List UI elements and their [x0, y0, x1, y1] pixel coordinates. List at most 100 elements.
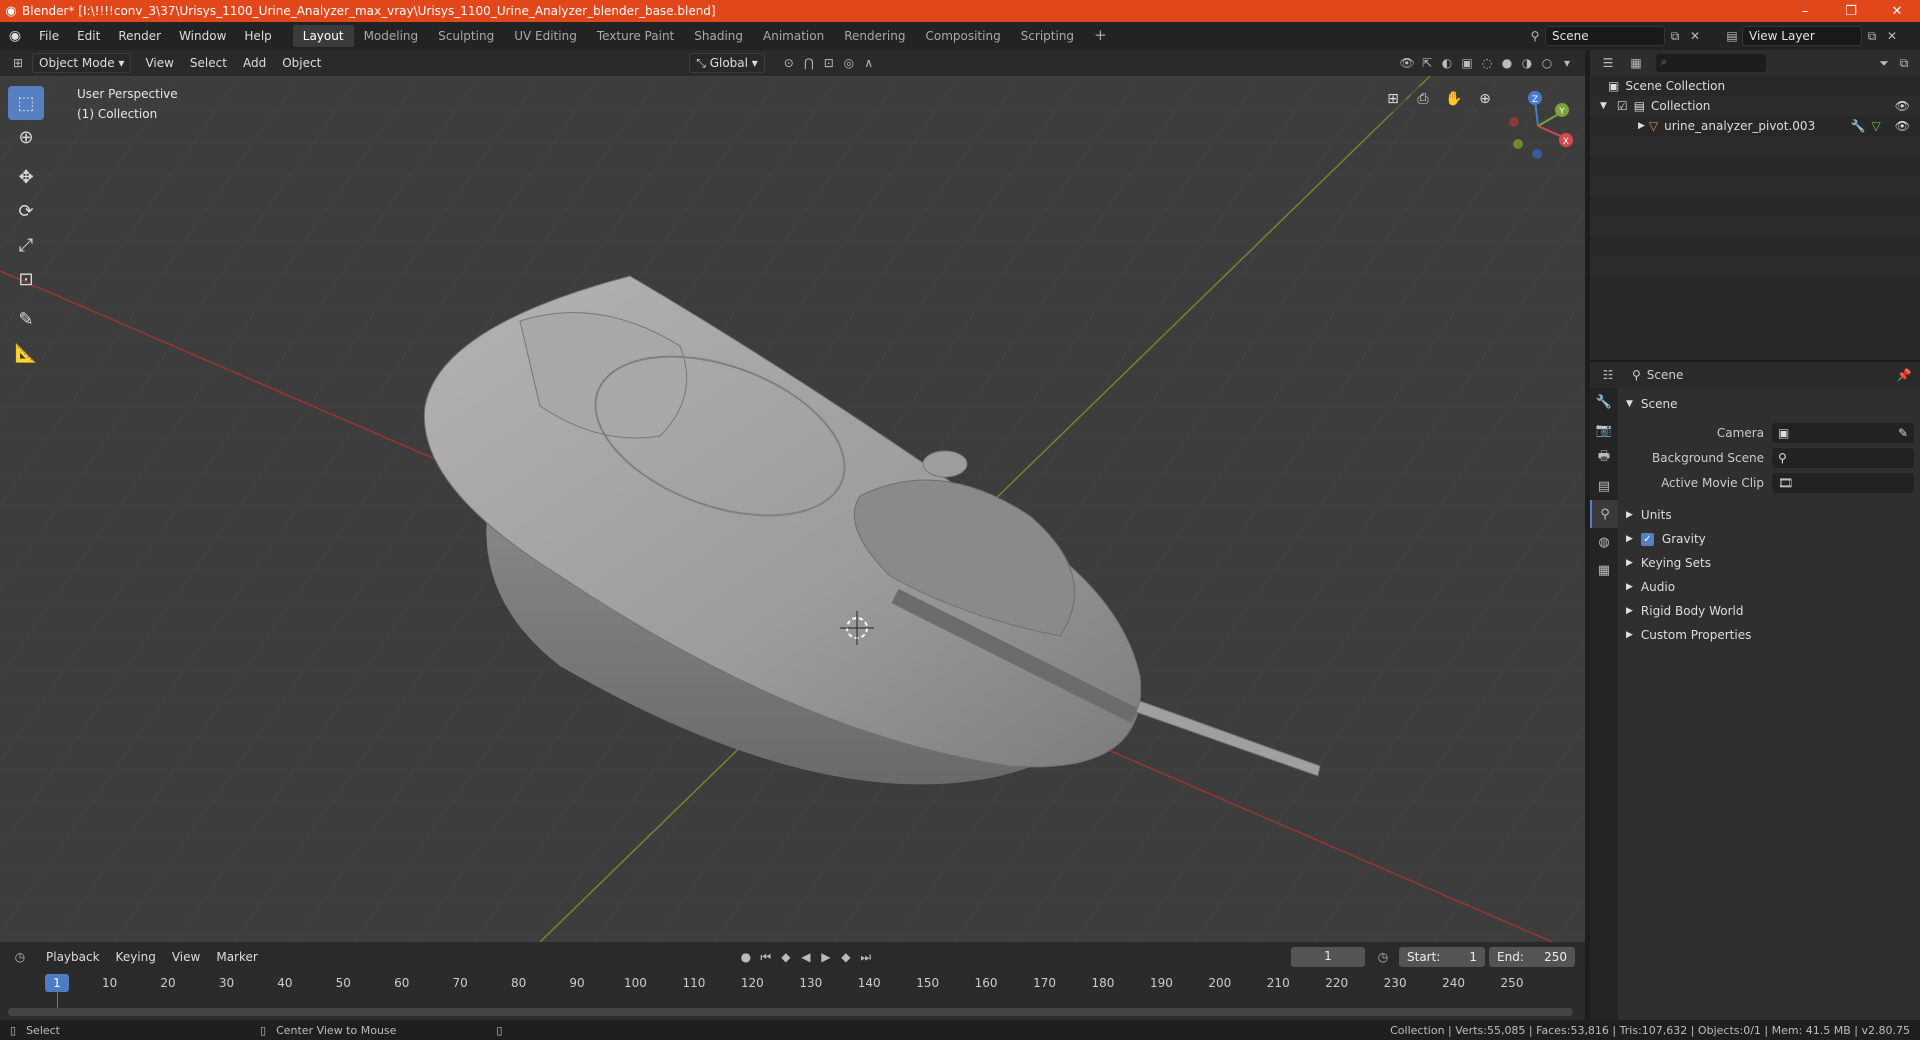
scale-tool-icon[interactable]: ⤢: [8, 228, 44, 262]
filter-icon[interactable]: ⏷: [1874, 56, 1894, 71]
pan-hand-icon[interactable]: ✋: [1441, 86, 1467, 112]
material-shading-icon[interactable]: ◑: [1517, 56, 1537, 70]
3d-viewport[interactable]: User Perspective (1) Collection ⊞ ⎙ ✋ ⊕ …: [0, 76, 1585, 942]
output-tab-icon[interactable]: 🖶: [1590, 444, 1618, 472]
menu-playback[interactable]: Playback: [38, 950, 108, 964]
menu-view[interactable]: View: [137, 56, 181, 70]
current-frame-field[interactable]: 1: [1291, 947, 1365, 967]
render-tab-icon[interactable]: 📷: [1590, 416, 1618, 444]
falloff-icon[interactable]: ∧: [859, 56, 879, 70]
jump-end-icon[interactable]: ⏭: [856, 950, 876, 965]
mesh-data-icon[interactable]: ▽: [1872, 119, 1881, 133]
minimize-button[interactable]: –: [1782, 4, 1828, 19]
tab-scripting[interactable]: Scripting: [1011, 25, 1084, 47]
delete-scene-icon[interactable]: ✕: [1685, 29, 1705, 43]
new-scene-icon[interactable]: ⧉: [1665, 29, 1685, 44]
gizmo-toggle-icon[interactable]: ⇱: [1417, 56, 1437, 70]
camera-view-icon[interactable]: ⎙: [1410, 86, 1436, 112]
visibility-icon[interactable]: 👁: [1397, 56, 1417, 70]
outliner-row-collection[interactable]: ▼ ☑ ▤ Collection 👁: [1590, 96, 1920, 116]
close-button[interactable]: ✕: [1874, 4, 1920, 19]
menu-file[interactable]: File: [30, 29, 68, 43]
rigid-body-world-section[interactable]: ▶ Rigid Body World: [1622, 599, 1914, 623]
modifier-icon[interactable]: 🔧: [1851, 119, 1866, 133]
new-collection-icon[interactable]: ⧉: [1894, 56, 1914, 71]
new-view-layer-icon[interactable]: ⧉: [1862, 29, 1882, 44]
overlay-toggle-icon[interactable]: ◐: [1437, 56, 1457, 70]
gravity-section[interactable]: ▶ ✓ Gravity: [1622, 527, 1914, 551]
tab-uv-editing[interactable]: UV Editing: [504, 25, 587, 47]
current-frame-indicator[interactable]: 1: [45, 974, 69, 992]
collection-checkbox[interactable]: ☑: [1617, 99, 1628, 113]
xray-icon[interactable]: ▣: [1457, 56, 1477, 70]
menu-keying[interactable]: Keying: [108, 950, 164, 964]
proportional-edit-icon[interactable]: ◎: [839, 56, 859, 70]
view-layer-icon[interactable]: ▤: [1722, 29, 1742, 43]
tab-modeling[interactable]: Modeling: [354, 25, 429, 47]
menu-timeline-view[interactable]: View: [164, 950, 208, 964]
start-frame-field[interactable]: Start: 1: [1399, 947, 1485, 967]
expand-arrow-icon[interactable]: ▼: [1600, 101, 1607, 111]
menu-help[interactable]: Help: [235, 29, 280, 43]
keying-sets-section[interactable]: ▶ Keying Sets: [1622, 551, 1914, 575]
menu-edit[interactable]: Edit: [68, 29, 109, 43]
rendered-shading-icon[interactable]: ○: [1537, 56, 1557, 70]
background-scene-field[interactable]: ⚲: [1772, 447, 1914, 468]
outliner-row-object[interactable]: ▶ ▽ urine_analyzer_pivot.003 🔧 ▽ 👁: [1590, 116, 1920, 136]
scene-section-header[interactable]: ▼ Scene: [1622, 392, 1914, 416]
rotate-tool-icon[interactable]: ⟳: [8, 194, 44, 228]
jump-start-icon[interactable]: ⏮: [756, 950, 776, 965]
snap-target-icon[interactable]: ⊡: [819, 56, 839, 70]
timeline-scrollbar[interactable]: [8, 1008, 1573, 1016]
play-reverse-icon[interactable]: ◀: [796, 950, 816, 964]
tab-animation[interactable]: Animation: [753, 25, 834, 47]
prev-keyframe-icon[interactable]: ◆: [776, 950, 796, 964]
outliner-row-scene-collection[interactable]: ▣ Scene Collection: [1590, 76, 1920, 96]
tab-texture-paint[interactable]: Texture Paint: [587, 25, 684, 47]
collection-visibility-icon[interactable]: 👁: [1895, 99, 1910, 113]
world-tab-icon[interactable]: ◍: [1590, 528, 1618, 556]
view-layer-tab-icon[interactable]: ▤: [1590, 472, 1618, 500]
snap-icon[interactable]: ⋂: [799, 56, 819, 70]
properties-editor-icon[interactable]: ☷: [1598, 368, 1618, 382]
scene-tab-icon[interactable]: ⚲: [1590, 500, 1618, 528]
timeline-track[interactable]: 1 10 20 30 40 50 60 70 80 90 100 110 120 130 140 150 160…: [0, 972, 1585, 1020]
pin-icon[interactable]: 📌: [1894, 368, 1914, 382]
object-visibility-icon[interactable]: 👁: [1895, 119, 1910, 133]
pivot-icon[interactable]: ⊙: [779, 56, 799, 70]
display-mode-icon[interactable]: ▦: [1626, 56, 1646, 70]
shading-options-icon[interactable]: ▾: [1557, 56, 1577, 70]
menu-render[interactable]: Render: [109, 29, 170, 43]
tab-compositing[interactable]: Compositing: [915, 25, 1010, 47]
add-workspace-button[interactable]: +: [1084, 25, 1117, 47]
tab-layout[interactable]: Layout: [292, 25, 354, 47]
perspective-toggle-icon[interactable]: ⊞: [1380, 86, 1406, 112]
view-layer-field[interactable]: View Layer: [1742, 26, 1862, 46]
orientation-gizmo[interactable]: Z Y X: [1500, 86, 1580, 166]
wireframe-shading-icon[interactable]: ◌: [1477, 56, 1497, 70]
menu-marker[interactable]: Marker: [208, 950, 265, 964]
menu-add[interactable]: Add: [235, 56, 274, 70]
units-section[interactable]: ▶ Units: [1622, 503, 1914, 527]
cursor-tool-icon[interactable]: ⊕: [8, 120, 44, 154]
play-icon[interactable]: ▶: [816, 950, 836, 964]
solid-shading-icon[interactable]: ●: [1497, 56, 1517, 70]
tool-tab-icon[interactable]: 🔧: [1590, 388, 1618, 416]
custom-properties-section[interactable]: ▶ Custom Properties: [1622, 623, 1914, 647]
annotate-tool-icon[interactable]: ✎: [8, 302, 44, 336]
mode-dropdown[interactable]: Object Mode ▾: [32, 53, 132, 73]
blender-menu-icon[interactable]: ◉: [0, 28, 30, 44]
menu-select[interactable]: Select: [182, 56, 235, 70]
move-tool-icon[interactable]: ✥: [8, 160, 44, 194]
eyedropper-icon[interactable]: ✎: [1898, 426, 1908, 440]
transform-tool-icon[interactable]: ⊡: [8, 262, 44, 296]
zoom-icon[interactable]: ⊕: [1472, 86, 1498, 112]
expand-arrow-icon[interactable]: ▶: [1638, 121, 1645, 131]
texture-tab-icon[interactable]: ▦: [1590, 556, 1618, 584]
next-keyframe-icon[interactable]: ◆: [836, 950, 856, 964]
tab-shading[interactable]: Shading: [684, 25, 753, 47]
scene-icon[interactable]: ⚲: [1525, 29, 1545, 43]
menu-window[interactable]: Window: [170, 29, 235, 43]
measure-tool-icon[interactable]: 📐: [8, 336, 44, 370]
outliner-search-input[interactable]: ⌕: [1656, 54, 1766, 72]
